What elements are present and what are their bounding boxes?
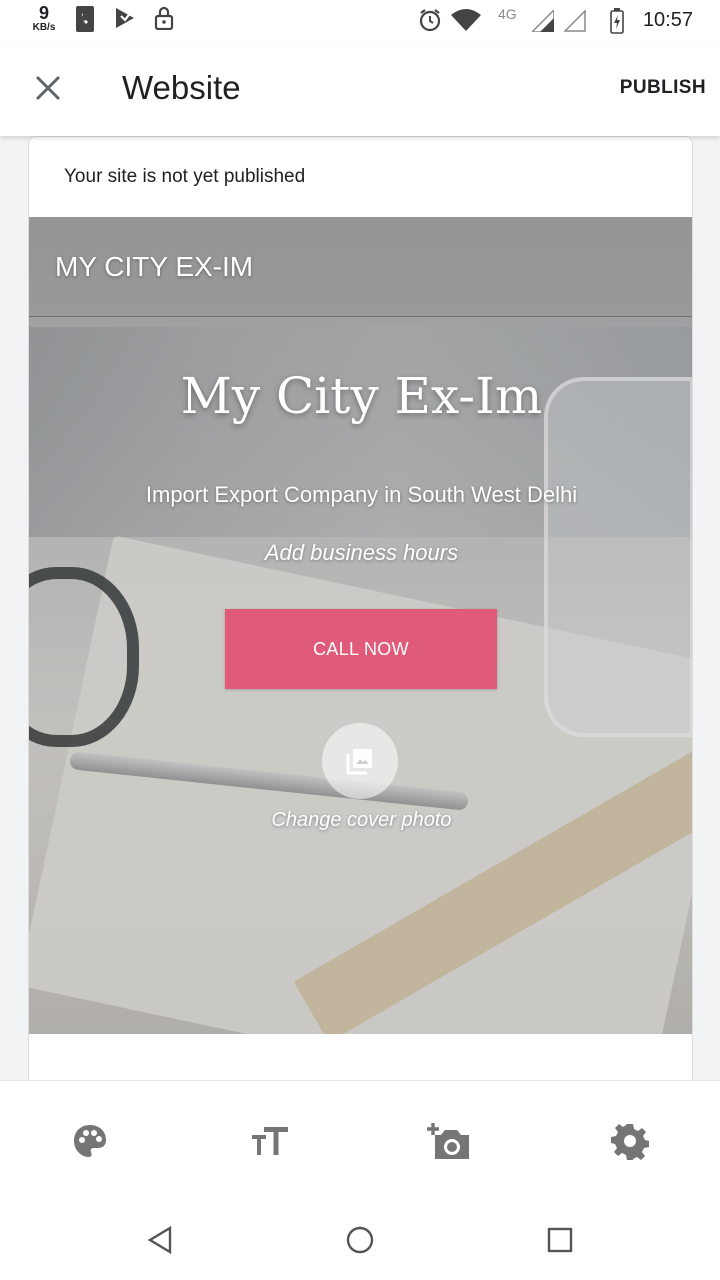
close-icon bbox=[35, 75, 61, 101]
network-type: 4G bbox=[498, 6, 517, 22]
network-speed: 9 KB/s bbox=[28, 4, 60, 33]
status-bar: 9 KB/s 4G 10:57 bbox=[0, 0, 720, 44]
change-cover-photo-label[interactable]: Change cover photo bbox=[29, 809, 692, 832]
business-title[interactable]: My City Ex-Im bbox=[29, 367, 692, 425]
text-edit-button[interactable] bbox=[246, 1117, 294, 1165]
website-preview-card: Your site is not yet published MY CITY E… bbox=[28, 136, 693, 1080]
wifi-icon bbox=[451, 9, 481, 36]
home-icon bbox=[346, 1226, 374, 1254]
business-description[interactable]: Import Export Company in South West Delh… bbox=[29, 482, 692, 508]
alarm-icon bbox=[418, 8, 442, 37]
add-photo-icon bbox=[427, 1123, 469, 1159]
clock: 10:57 bbox=[642, 9, 693, 31]
play-store-icon bbox=[114, 6, 136, 35]
back-icon bbox=[147, 1226, 172, 1254]
network-speed-value: 9 bbox=[38, 3, 49, 23]
app-bar: Website PUBLISH bbox=[0, 44, 720, 136]
recents-button[interactable] bbox=[540, 1220, 580, 1260]
add-photo-button[interactable] bbox=[426, 1117, 474, 1165]
page-title: Website bbox=[122, 69, 241, 106]
battery-charging-icon bbox=[610, 8, 624, 39]
phone-icon bbox=[76, 6, 94, 37]
publish-button[interactable]: PUBLISH bbox=[620, 77, 706, 99]
photo-library-icon bbox=[346, 749, 372, 775]
palette-icon bbox=[74, 1125, 106, 1157]
lock-icon bbox=[154, 6, 174, 35]
change-cover-photo-button[interactable] bbox=[322, 723, 398, 799]
website-preview-area: Your site is not yet published MY CITY E… bbox=[0, 136, 720, 1080]
text-size-icon bbox=[252, 1127, 288, 1155]
close-button[interactable] bbox=[26, 66, 70, 110]
system-navigation-bar bbox=[0, 1200, 720, 1280]
site-name[interactable]: MY CITY EX-IM bbox=[55, 251, 253, 283]
editor-toolbar bbox=[0, 1080, 720, 1200]
unpublished-notice: Your site is not yet published bbox=[64, 166, 306, 187]
business-hours-placeholder[interactable]: Add business hours bbox=[29, 540, 692, 566]
signal-icon bbox=[530, 8, 555, 37]
cover-section: MY CITY EX-IM My City Ex-Im Import Expor… bbox=[29, 217, 692, 1034]
home-button[interactable] bbox=[340, 1220, 380, 1260]
recents-icon bbox=[547, 1227, 573, 1253]
settings-icon bbox=[611, 1124, 649, 1160]
call-now-button[interactable]: CALL NOW bbox=[225, 609, 497, 689]
signal-empty-icon bbox=[563, 9, 586, 37]
back-button[interactable] bbox=[140, 1220, 180, 1260]
settings-button[interactable] bbox=[606, 1117, 654, 1165]
theme-button[interactable] bbox=[66, 1117, 114, 1165]
network-speed-unit: KB/s bbox=[32, 22, 56, 33]
